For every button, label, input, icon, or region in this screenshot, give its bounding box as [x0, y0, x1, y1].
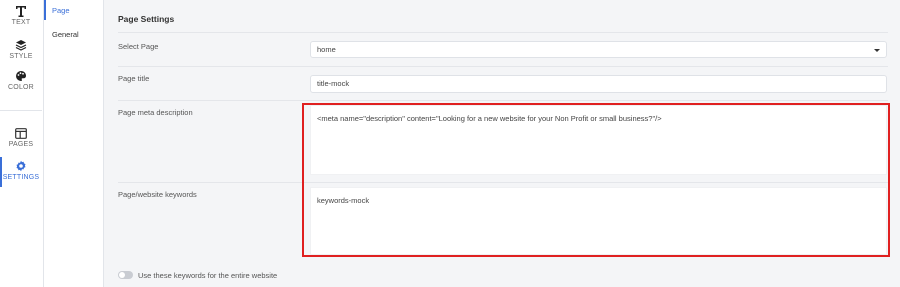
settings-panel: Page Settings Select Page home Page titl… — [104, 0, 900, 287]
divider — [118, 32, 888, 33]
page-title-input[interactable]: title-mock — [310, 75, 887, 93]
rail-item-label: STYLE — [9, 53, 33, 60]
gear-icon — [16, 160, 26, 172]
rail-item-label: PAGES — [8, 141, 34, 148]
rail-item-text[interactable]: TEXT — [0, 5, 42, 26]
chevron-down-icon — [874, 49, 880, 52]
select-page-label: Select Page — [118, 42, 159, 51]
toggle-knob — [119, 272, 125, 278]
pages-icon — [15, 128, 27, 139]
rail-divider — [0, 110, 42, 111]
tool-rail: TEXT STYLE COLOR PAGES SETTINGS — [0, 0, 44, 287]
rail-item-label: SETTINGS — [2, 174, 40, 181]
select-page-value: home — [317, 45, 336, 54]
subnav-item-general[interactable]: General — [52, 30, 79, 39]
rail-item-color[interactable]: COLOR — [0, 70, 42, 91]
highlight-box — [302, 103, 890, 257]
meta-description-label: Page meta description — [118, 108, 193, 117]
divider — [118, 100, 888, 101]
settings-subnav: Page General — [44, 0, 104, 287]
rail-item-style[interactable]: STYLE — [0, 39, 42, 60]
layers-icon — [15, 40, 27, 51]
subnav-active-indicator — [44, 0, 46, 20]
rail-item-label: TEXT — [11, 19, 31, 26]
rail-item-settings[interactable]: SETTINGS — [0, 160, 42, 181]
keywords-label: Page/website keywords — [118, 190, 197, 199]
keywords-toggle-label: Use these keywords for the entire websit… — [138, 271, 278, 280]
palette-icon — [16, 71, 27, 81]
keywords-toggle[interactable] — [118, 271, 133, 279]
rail-item-label: COLOR — [8, 84, 34, 91]
page-title-value: title-mock — [317, 79, 350, 88]
text-icon — [16, 6, 26, 17]
page-title: Page Settings — [118, 14, 175, 24]
select-page-dropdown[interactable]: home — [310, 41, 887, 58]
subnav-item-page[interactable]: Page — [52, 6, 70, 15]
rail-item-pages[interactable]: PAGES — [0, 128, 42, 148]
page-title-label: Page title — [118, 74, 150, 83]
divider — [118, 66, 888, 67]
